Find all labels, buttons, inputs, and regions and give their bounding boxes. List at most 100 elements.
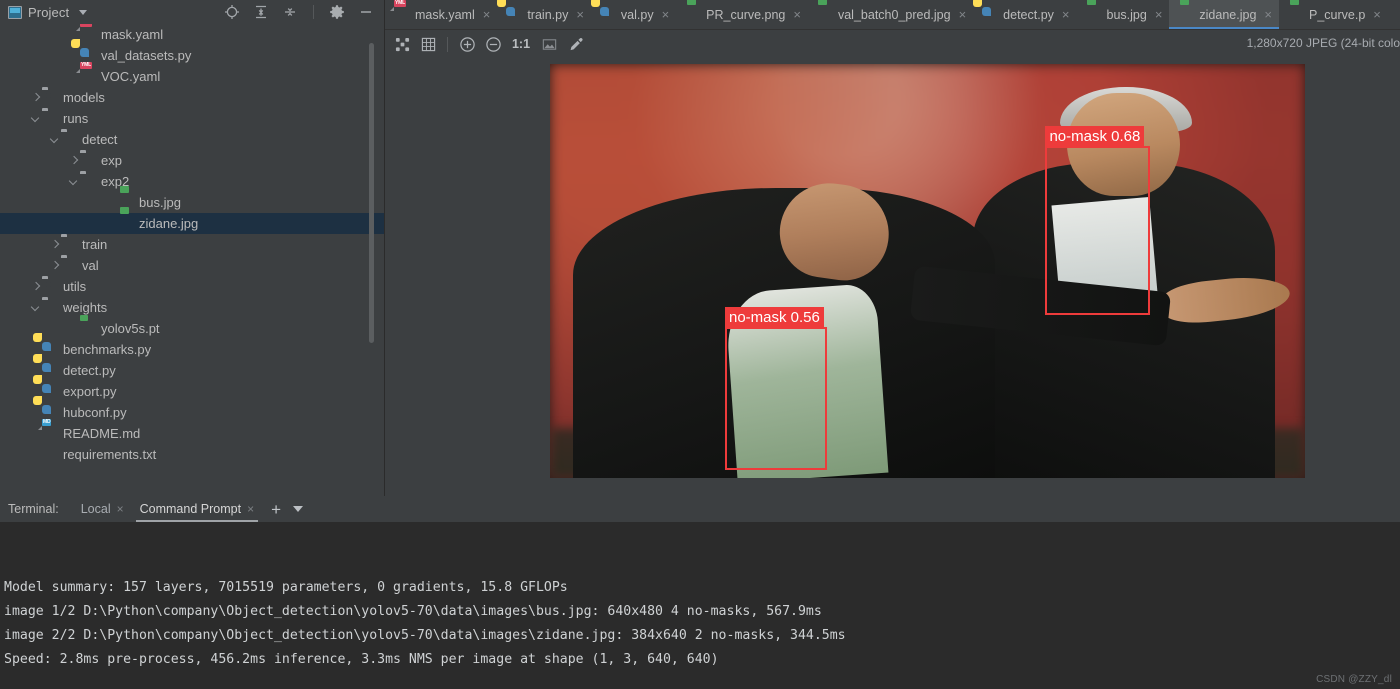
editor-tab[interactable]: P_curve.p ×	[1279, 0, 1388, 29]
yaml-file-icon: YML	[394, 0, 406, 7]
tree-row[interactable]: requirements.txt	[0, 444, 384, 465]
tree-row-label: utils	[63, 279, 87, 294]
close-icon[interactable]: ×	[1373, 8, 1381, 21]
terminal-line: image 1/2 D:\Python\company\Object_detec…	[4, 604, 822, 619]
grid-icon[interactable]	[415, 33, 441, 55]
fit-content-icon[interactable]	[389, 33, 415, 55]
close-icon[interactable]: ×	[1155, 8, 1163, 21]
tree-row-label: models	[63, 90, 105, 105]
close-icon[interactable]: ×	[483, 8, 491, 21]
tree-row[interactable]: bus.jpg	[0, 192, 384, 213]
tree-row[interactable]: benchmarks.py	[0, 339, 384, 360]
tree-row[interactable]: detect	[0, 129, 384, 150]
editor-tab[interactable]: bus.jpg ×	[1077, 0, 1170, 29]
settings-gear-icon[interactable]	[329, 4, 345, 20]
tree-row[interactable]: utils	[0, 276, 384, 297]
chevron-down-icon[interactable]	[29, 112, 42, 125]
folder-icon	[61, 237, 77, 253]
color-picker-icon[interactable]	[562, 33, 588, 55]
tree-row[interactable]: train	[0, 234, 384, 255]
folder-icon	[80, 153, 96, 169]
transparency-icon[interactable]	[536, 33, 562, 55]
tree-row-label: bus.jpg	[139, 195, 181, 210]
chevron-down-icon[interactable]	[79, 9, 88, 15]
editor-tab[interactable]: val.py ×	[591, 0, 676, 29]
chevron-down-icon[interactable]	[293, 506, 304, 512]
editor-tab[interactable]: detect.py ×	[973, 0, 1076, 29]
zoom-in-icon[interactable]	[454, 33, 480, 55]
python-file-icon	[600, 7, 616, 23]
close-icon[interactable]: ×	[959, 8, 967, 21]
tree-row[interactable]: val	[0, 255, 384, 276]
toolbar-divider	[447, 36, 448, 52]
image-canvas[interactable]: no-mask 0.56 no-mask 0.68	[385, 58, 1400, 496]
editor-tab[interactable]: train.py ×	[497, 0, 591, 29]
close-icon[interactable]: ×	[117, 502, 124, 516]
editor-tab[interactable]: val_batch0_pred.jpg ×	[808, 0, 973, 29]
tree-row-label: detect	[82, 132, 118, 147]
new-terminal-button[interactable]: +	[262, 501, 290, 518]
terminal-tab-label: Local	[80, 502, 111, 516]
tree-row[interactable]: YML mask.yaml	[0, 24, 384, 45]
terminal-tab[interactable]: Command Prompt ×	[132, 496, 262, 522]
tree-row[interactable]: models	[0, 87, 384, 108]
tree-row[interactable]: exp	[0, 150, 384, 171]
chevron-right-icon[interactable]	[29, 91, 42, 104]
project-tree-scrollbar[interactable]	[369, 43, 374, 343]
zoom-out-icon[interactable]	[480, 33, 506, 55]
tree-row[interactable]: runs	[0, 108, 384, 129]
terminal-line: image 2/2 D:\Python\company\Object_detec…	[4, 628, 846, 643]
chevron-down-icon[interactable]	[29, 301, 42, 314]
project-title-group[interactable]: Project	[8, 5, 224, 20]
chevron-right-icon[interactable]	[67, 154, 80, 167]
tree-row[interactable]: weights	[0, 297, 384, 318]
image-file-icon	[817, 7, 833, 23]
close-icon[interactable]: ×	[1264, 8, 1272, 21]
close-icon[interactable]: ×	[793, 8, 801, 21]
tree-row[interactable]: exp2	[0, 171, 384, 192]
tree-row[interactable]: val_datasets.py	[0, 45, 384, 66]
close-icon[interactable]: ×	[247, 502, 254, 516]
yaml-file-icon: YML	[80, 24, 96, 43]
terminal-output[interactable]: Model summary: 157 layers, 7015519 param…	[0, 522, 1400, 689]
actual-size-button[interactable]: 1:1	[506, 33, 536, 55]
tree-row[interactable]: zidane.jpg	[0, 213, 384, 234]
image-info-label: 1,280x720 JPEG (24-bit colo	[1246, 36, 1400, 50]
terminal-line: Model summary: 157 layers, 7015519 param…	[4, 580, 568, 595]
tree-row[interactable]: YML VOC.yaml	[0, 61, 384, 87]
editor-tab-label: PR_curve.png	[706, 7, 786, 22]
chevron-down-icon[interactable]	[48, 133, 61, 146]
image-viewer-toolbar: 1:1 1,280x720 JPEG (24-bit colo	[385, 30, 1400, 58]
image-file-icon	[1086, 7, 1102, 23]
editor-tab-label: mask.yaml	[415, 7, 475, 22]
markdown-file-icon: MD	[42, 418, 52, 426]
editor-tab-bar[interactable]: YML mask.yaml × train.py × val.py × PR_curve.pn…	[385, 0, 1400, 30]
chevron-right-icon[interactable]	[29, 280, 42, 293]
tree-row[interactable]: MD README.md	[0, 418, 384, 444]
collapse-all-icon[interactable]	[282, 4, 298, 20]
terminal-tab-list[interactable]: Local × Command Prompt ×	[73, 496, 262, 522]
editor-tab[interactable]: YML mask.yaml ×	[385, 0, 497, 29]
folder-icon	[42, 111, 58, 127]
tree-row[interactable]: yolov5s.pt	[0, 318, 384, 339]
chevron-right-icon[interactable]	[48, 238, 61, 251]
minimize-icon[interactable]	[358, 4, 374, 20]
chevron-right-icon[interactable]	[48, 259, 61, 272]
close-icon[interactable]: ×	[576, 8, 584, 21]
detection-box: no-mask 0.68	[1045, 126, 1150, 316]
editor-tab-label: detect.py	[1003, 7, 1054, 22]
close-icon[interactable]: ×	[1062, 8, 1070, 21]
chevron-down-icon[interactable]	[67, 175, 80, 188]
editor-tab[interactable]: PR_curve.png ×	[676, 0, 808, 29]
tree-row[interactable]: hubconf.py	[0, 402, 384, 423]
project-file-tree[interactable]: YML mask.yaml val_datasets.py YML VOC.yaml mo…	[0, 24, 384, 496]
tree-row[interactable]: export.py	[0, 381, 384, 402]
editor-tab-label: zidane.jpg	[1199, 7, 1257, 22]
terminal-tab[interactable]: Local ×	[73, 496, 132, 522]
locate-icon[interactable]	[224, 4, 240, 20]
tree-row[interactable]: detect.py	[0, 360, 384, 381]
expand-all-icon[interactable]	[253, 4, 269, 20]
editor-tab[interactable]: zidane.jpg ×	[1169, 0, 1279, 29]
close-icon[interactable]: ×	[662, 8, 670, 21]
project-tool-window: Project mask.yaml val_datasets.py YML VO…	[0, 0, 385, 496]
